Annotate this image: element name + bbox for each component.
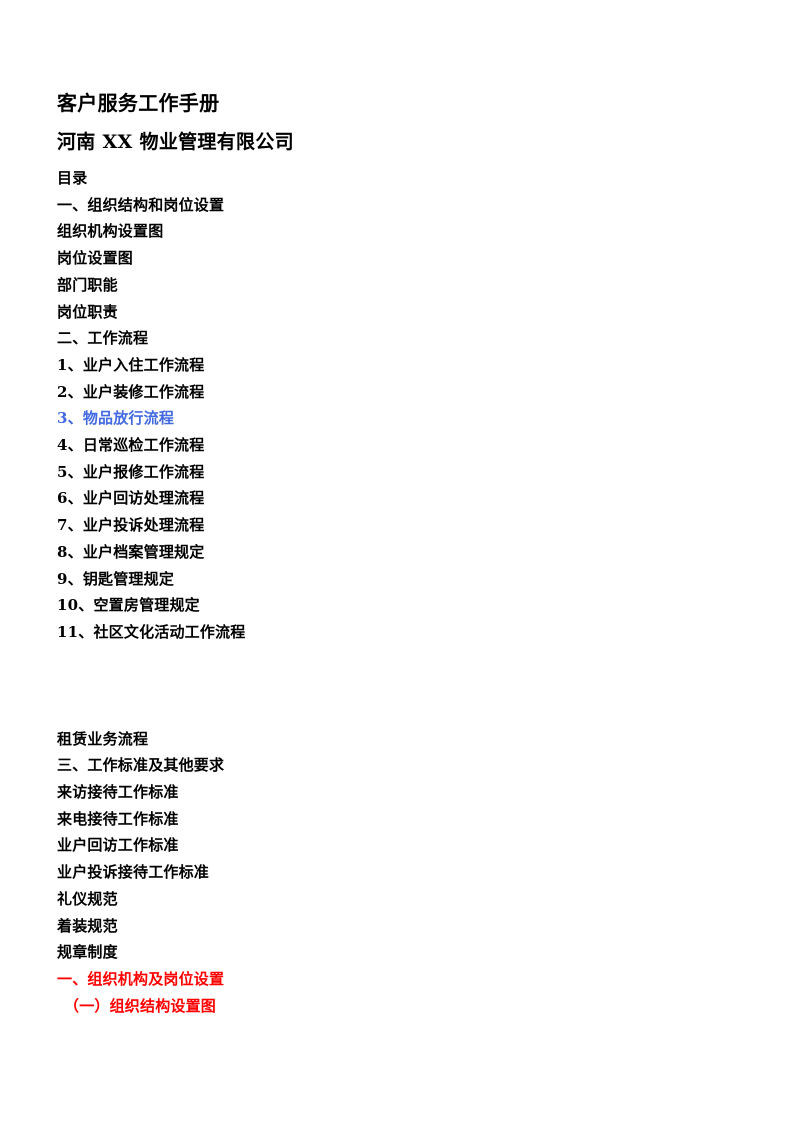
- page-title: 客户服务工作手册: [57, 91, 220, 115]
- toc-item: 组织机构设置图: [57, 222, 164, 241]
- toc-item: （一）组织结构设置图: [64, 996, 217, 1015]
- company-name: 河南 XX 物业管理有限公司: [57, 131, 294, 153]
- toc-item: 租赁业务流程: [57, 729, 149, 748]
- toc-item: 1、业户入住工作流程: [57, 355, 205, 374]
- toc-item: 礼仪规范: [57, 889, 118, 908]
- toc-heading: 目录: [57, 169, 88, 187]
- toc-item: 来电接待工作标准: [57, 809, 179, 828]
- toc-item: 10、空置房管理规定: [57, 596, 200, 615]
- toc-item: 7、业户投诉处理流程: [57, 516, 205, 535]
- toc-link-item[interactable]: 3、物品放行流程: [57, 405, 736, 432]
- toc-item: 来访接待工作标准: [57, 783, 179, 802]
- toc-item: 8、业户档案管理规定: [57, 542, 205, 561]
- toc-block-two: 租赁业务流程三、工作标准及其他要求 来访接待工作标准 来电接待工作标准 业户回访工作标…: [57, 726, 736, 1020]
- toc-item: 一、组织机构及岗位设置: [57, 969, 225, 988]
- toc-item: 业户回访工作标准: [57, 836, 179, 855]
- toc-block-one: 一、组织结构和岗位设置 组织机构设置图 岗位设置图部门职能岗位职责二、工作流程 1、业…: [57, 192, 736, 646]
- toc-item: 岗位职责: [57, 302, 118, 321]
- toc-item: 部门职能: [57, 275, 118, 294]
- toc-item: 9、钥匙管理规定: [57, 569, 175, 588]
- toc-item: 一、组织结构和岗位设置: [57, 195, 225, 214]
- toc-item: 2、业户装修工作流程: [57, 382, 205, 401]
- document-page: 客户服务工作手册 河南 XX 物业管理有限公司 目录 一、组织结构和岗位设置 组织…: [0, 0, 793, 1122]
- toc-item: 6、业户回访处理流程: [57, 489, 205, 508]
- toc-item: 11、社区文化活动工作流程: [57, 622, 246, 641]
- toc-item: 业户投诉接待工作标准: [57, 863, 210, 882]
- toc-item: 规章制度: [57, 943, 118, 962]
- toc-item: 岗位设置图: [57, 249, 134, 268]
- toc-item: 5、业户报修工作流程: [57, 462, 205, 481]
- toc-item: 着装规范: [57, 916, 118, 935]
- document-body: 客户服务工作手册 河南 XX 物业管理有限公司 目录 一、组织结构和岗位设置 组织…: [57, 88, 736, 1019]
- toc-item: 三、工作标准及其他要求: [57, 756, 225, 775]
- toc-item: 二、工作流程: [57, 329, 149, 348]
- toc-item: 4、日常巡检工作流程: [57, 436, 205, 455]
